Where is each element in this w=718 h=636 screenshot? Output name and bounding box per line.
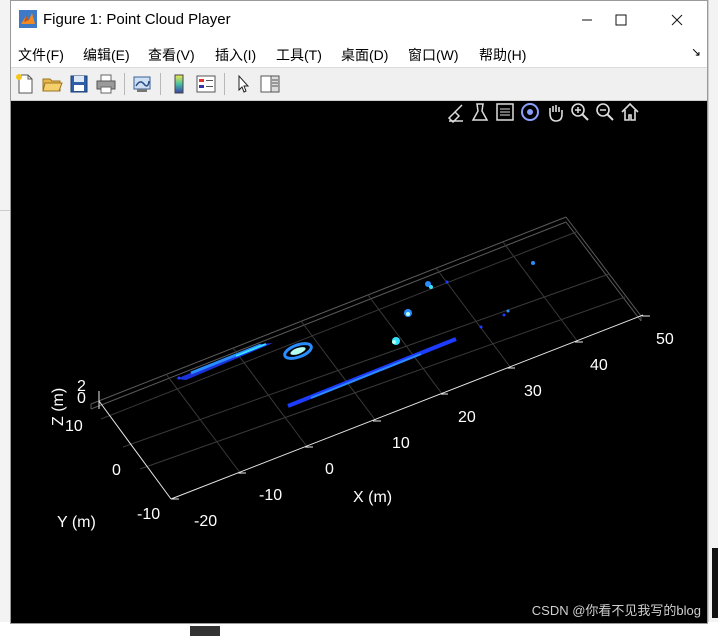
brush-icon[interactable] — [445, 101, 467, 123]
background-window-right — [708, 0, 718, 636]
background-bottom-strip — [0, 622, 718, 636]
print-icon[interactable] — [95, 73, 117, 95]
rotate-active-icon[interactable] — [519, 101, 541, 123]
axes-box — [90, 216, 642, 410]
zoom-out-icon[interactable] — [594, 101, 616, 123]
save-icon[interactable] — [68, 73, 90, 95]
minimize-icon — [582, 19, 592, 21]
figure-toolbar — [11, 68, 707, 101]
z-tick-label: 2 — [77, 378, 86, 395]
axis-lines — [98, 314, 644, 500]
y-axis-label: Y (m) — [57, 514, 96, 531]
menu-tools[interactable]: 工具(T) — [276, 45, 322, 65]
insert-colorbar-icon[interactable] — [168, 73, 190, 95]
open-file-icon[interactable] — [41, 73, 63, 95]
close-button[interactable] — [654, 1, 700, 39]
menu-insert[interactable]: 插入(I) — [215, 45, 256, 65]
watermark-text: CSDN @你看不见我写的blog — [531, 603, 701, 618]
background-dark-edge — [712, 548, 718, 618]
edit-plot-cursor-icon[interactable] — [232, 73, 254, 95]
menu-edit[interactable]: 编辑(E) — [83, 45, 130, 65]
rotate-3d-icon[interactable] — [494, 101, 516, 123]
toolbar-separator — [160, 73, 161, 95]
menu-overflow-icon[interactable]: ↘ — [691, 45, 701, 59]
x-tick-label: -10 — [259, 487, 282, 504]
x-tick-label: 0 — [325, 461, 334, 478]
close-icon — [671, 14, 683, 26]
maximize-button[interactable] — [598, 1, 644, 39]
toolbar-separator — [124, 73, 125, 95]
x-axis-label: X (m) — [353, 489, 392, 506]
new-figure-icon[interactable] — [14, 73, 36, 95]
z-axis-label: Z (m) — [50, 388, 67, 426]
background-divider — [0, 210, 10, 211]
x-tick-label: -20 — [194, 513, 217, 530]
menu-help[interactable]: 帮助(H) — [479, 45, 526, 65]
menu-file[interactable]: 文件(F) — [18, 45, 64, 65]
menu-view[interactable]: 查看(V) — [148, 45, 195, 65]
plot-axes[interactable]: -20 -10 0 10 20 30 40 50 -10 0 10 0 2 X … — [11, 101, 707, 623]
x-tick-label: 20 — [458, 409, 476, 426]
x-tick-marks — [171, 315, 650, 500]
insert-legend-icon[interactable] — [195, 73, 217, 95]
restore-view-icon[interactable] — [619, 101, 641, 123]
background-dark-strip — [190, 626, 220, 636]
figure-window: Figure 1: Point Cloud Player 文件(F) 编辑(E)… — [10, 0, 708, 624]
x-tick-label: 50 — [656, 331, 674, 348]
background-window-left — [0, 0, 10, 636]
y-tick-label: 0 — [112, 462, 121, 479]
x-tick-label: 10 — [392, 435, 410, 452]
title-bar[interactable]: Figure 1: Point Cloud Player — [11, 1, 707, 39]
toolbar-separator — [224, 73, 225, 95]
data-tips-icon[interactable] — [469, 101, 491, 123]
zoom-in-icon[interactable] — [569, 101, 591, 123]
point-cloud — [176, 261, 535, 408]
window-title: Figure 1: Point Cloud Player — [43, 11, 231, 28]
x-tick-label: 40 — [590, 357, 608, 374]
matlab-icon — [19, 10, 37, 28]
property-inspector-icon[interactable] — [259, 73, 281, 95]
y-tick-label: -10 — [137, 506, 160, 523]
menu-bar: 文件(F) 编辑(E) 查看(V) 插入(I) 工具(T) 桌面(D) 窗口(W… — [11, 39, 707, 68]
x-tick-label: 30 — [524, 383, 542, 400]
menu-window[interactable]: 窗口(W) — [408, 45, 459, 65]
y-tick-label: 10 — [65, 418, 83, 435]
maximize-icon — [615, 14, 627, 26]
menu-desktop[interactable]: 桌面(D) — [341, 45, 388, 65]
point-cloud-plot[interactable]: -20 -10 0 10 20 30 40 50 -10 0 10 0 2 X … — [11, 101, 707, 623]
pan-icon[interactable] — [544, 101, 566, 123]
link-plot-icon[interactable] — [131, 73, 153, 95]
